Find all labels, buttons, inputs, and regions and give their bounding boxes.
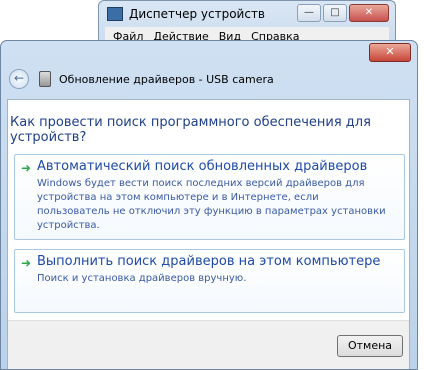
manual-search-option[interactable]: ➜ Выполнить поиск драйверов на этом комп… (14, 249, 405, 313)
minimize-button[interactable]: — (297, 4, 321, 22)
usb-device-icon (39, 71, 51, 87)
green-arrow-icon: ➜ (21, 256, 32, 270)
green-arrow-icon: ➜ (21, 161, 32, 175)
driver-update-dialog: ✕ ← Обновление драйверов - USB camera Ка… (0, 40, 418, 370)
dialog-title: Обновление драйверов - USB camera (59, 72, 274, 86)
auto-search-option[interactable]: ➜ Автоматический поиск обновленных драйв… (14, 154, 405, 240)
maximize-button[interactable]: □ (323, 4, 347, 22)
bg-close-button[interactable]: ✕ (349, 4, 389, 22)
dialog-footer: Отмена (8, 320, 409, 369)
device-manager-icon (107, 7, 123, 21)
device-manager-title: Диспетчер устройств (129, 7, 266, 21)
manual-search-title: Выполнить поиск драйверов на этом компью… (37, 254, 381, 269)
question-heading: Как провести поиск программного обеспече… (10, 115, 371, 145)
manual-search-description: Поиск и установка драйверов вручную. (37, 273, 247, 284)
dialog-header: ← Обновление драйверов - USB camera (9, 65, 409, 93)
auto-search-description: Windows будет вести поиск последних верс… (37, 178, 386, 231)
window-controls: — □ ✕ (297, 4, 389, 22)
dialog-content: Как провести поиск программного обеспече… (7, 99, 410, 369)
auto-search-title: Автоматический поиск обновленных драйвер… (37, 159, 368, 174)
dialog-close-button[interactable]: ✕ (369, 43, 411, 62)
back-arrow-icon[interactable]: ← (9, 69, 29, 89)
cancel-button[interactable]: Отмена (337, 335, 403, 357)
